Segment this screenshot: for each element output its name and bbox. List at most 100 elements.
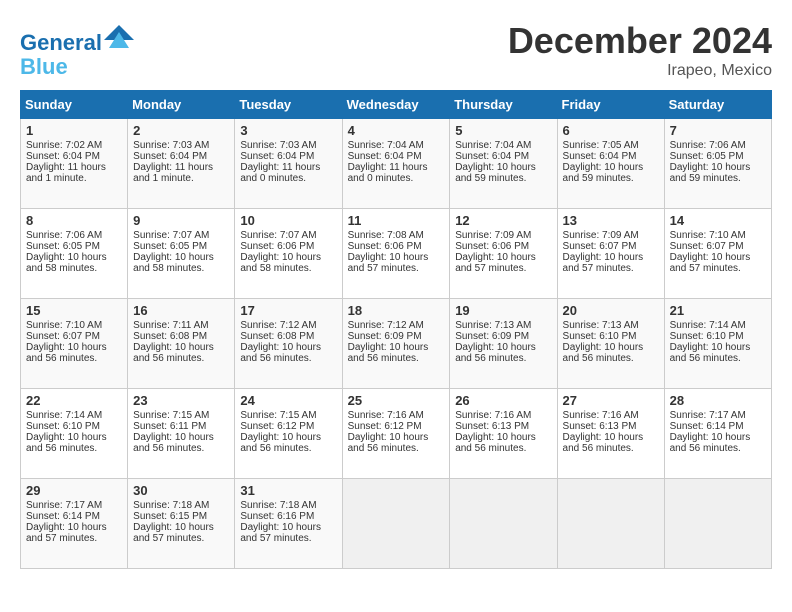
cell-info: and 58 minutes. (26, 263, 122, 274)
day-number: 12 (455, 213, 551, 228)
calendar-cell: 14Sunrise: 7:10 AMSunset: 6:07 PMDayligh… (664, 209, 771, 299)
calendar-header-tuesday: Tuesday (235, 91, 342, 119)
day-number: 29 (26, 483, 122, 498)
cell-info: Sunrise: 7:18 AM (133, 500, 229, 511)
cell-info: and 56 minutes. (133, 353, 229, 364)
cell-info: Sunrise: 7:07 AM (240, 230, 336, 241)
day-number: 30 (133, 483, 229, 498)
cell-info: Sunset: 6:04 PM (563, 151, 659, 162)
cell-info: Sunset: 6:12 PM (348, 421, 445, 432)
day-number: 15 (26, 303, 122, 318)
cell-info: Daylight: 10 hours (563, 252, 659, 263)
calendar-cell: 16Sunrise: 7:11 AMSunset: 6:08 PMDayligh… (128, 299, 235, 389)
cell-info: and 56 minutes. (563, 443, 659, 454)
cell-info: Sunrise: 7:18 AM (240, 500, 336, 511)
cell-info: Sunrise: 7:05 AM (563, 140, 659, 151)
day-number: 1 (26, 123, 122, 138)
calendar-cell: 31Sunrise: 7:18 AMSunset: 6:16 PMDayligh… (235, 479, 342, 569)
calendar-cell: 13Sunrise: 7:09 AMSunset: 6:07 PMDayligh… (557, 209, 664, 299)
calendar-cell: 27Sunrise: 7:16 AMSunset: 6:13 PMDayligh… (557, 389, 664, 479)
cell-info: and 0 minutes. (348, 173, 445, 184)
cell-info: Daylight: 10 hours (670, 432, 766, 443)
cell-info: Sunset: 6:10 PM (670, 331, 766, 342)
day-number: 9 (133, 213, 229, 228)
cell-info: Daylight: 10 hours (240, 252, 336, 263)
cell-info: Sunset: 6:10 PM (26, 421, 122, 432)
cell-info: Daylight: 10 hours (26, 522, 122, 533)
cell-info: Sunrise: 7:17 AM (670, 410, 766, 421)
cell-info: Sunset: 6:10 PM (563, 331, 659, 342)
month-title: December 2024 (508, 20, 772, 62)
cell-info: and 57 minutes. (240, 533, 336, 544)
cell-info: and 57 minutes. (133, 533, 229, 544)
cell-info: Sunset: 6:08 PM (133, 331, 229, 342)
day-number: 26 (455, 393, 551, 408)
day-number: 13 (563, 213, 659, 228)
calendar-cell: 18Sunrise: 7:12 AMSunset: 6:09 PMDayligh… (342, 299, 450, 389)
cell-info: Daylight: 10 hours (26, 252, 122, 263)
logo-icon (104, 20, 134, 50)
cell-info: Sunrise: 7:03 AM (133, 140, 229, 151)
calendar-cell: 29Sunrise: 7:17 AMSunset: 6:14 PMDayligh… (21, 479, 128, 569)
cell-info: Sunrise: 7:07 AM (133, 230, 229, 241)
cell-info: Sunset: 6:05 PM (133, 241, 229, 252)
day-number: 7 (670, 123, 766, 138)
cell-info: and 58 minutes. (240, 263, 336, 274)
calendar-cell: 3Sunrise: 7:03 AMSunset: 6:04 PMDaylight… (235, 119, 342, 209)
cell-info: Sunrise: 7:15 AM (240, 410, 336, 421)
title-block: December 2024 Irapeo, Mexico (508, 20, 772, 80)
cell-info: Daylight: 10 hours (133, 252, 229, 263)
cell-info: Sunset: 6:09 PM (348, 331, 445, 342)
day-number: 11 (348, 213, 445, 228)
cell-info: Sunset: 6:08 PM (240, 331, 336, 342)
cell-info: Sunset: 6:09 PM (455, 331, 551, 342)
calendar-cell: 11Sunrise: 7:08 AMSunset: 6:06 PMDayligh… (342, 209, 450, 299)
cell-info: Daylight: 10 hours (240, 342, 336, 353)
cell-info: Sunrise: 7:16 AM (563, 410, 659, 421)
day-number: 10 (240, 213, 336, 228)
calendar-cell: 20Sunrise: 7:13 AMSunset: 6:10 PMDayligh… (557, 299, 664, 389)
cell-info: and 59 minutes. (563, 173, 659, 184)
cell-info: Sunset: 6:06 PM (240, 241, 336, 252)
cell-info: Daylight: 10 hours (670, 252, 766, 263)
logo-blue-text: Blue (20, 55, 134, 79)
calendar-header-monday: Monday (128, 91, 235, 119)
cell-info: Daylight: 10 hours (240, 522, 336, 533)
day-number: 6 (563, 123, 659, 138)
cell-info: Daylight: 10 hours (455, 432, 551, 443)
cell-info: Daylight: 10 hours (455, 252, 551, 263)
cell-info: and 56 minutes. (455, 443, 551, 454)
cell-info: Daylight: 10 hours (670, 162, 766, 173)
cell-info: Daylight: 10 hours (133, 342, 229, 353)
cell-info: Daylight: 10 hours (455, 162, 551, 173)
day-number: 18 (348, 303, 445, 318)
cell-info: and 56 minutes. (348, 443, 445, 454)
cell-info: and 56 minutes. (670, 353, 766, 364)
cell-info: and 0 minutes. (240, 173, 336, 184)
calendar-cell: 9 Sunrise: 7:07 AMSunset: 6:05 PMDaylight… (128, 209, 235, 299)
cell-info: Sunset: 6:06 PM (455, 241, 551, 252)
day-number: 8 (26, 213, 122, 228)
cell-info: Sunrise: 7:13 AM (455, 320, 551, 331)
cell-info: Sunrise: 7:09 AM (455, 230, 551, 241)
calendar-cell: 28Sunrise: 7:17 AMSunset: 6:14 PMDayligh… (664, 389, 771, 479)
cell-info: and 59 minutes. (455, 173, 551, 184)
cell-info: Sunset: 6:16 PM (240, 511, 336, 522)
cell-info: Daylight: 10 hours (133, 432, 229, 443)
day-number: 25 (348, 393, 445, 408)
cell-info: Sunrise: 7:06 AM (26, 230, 122, 241)
day-number: 19 (455, 303, 551, 318)
cell-info: Sunset: 6:04 PM (455, 151, 551, 162)
calendar-cell: 22Sunrise: 7:14 AMSunset: 6:10 PMDayligh… (21, 389, 128, 479)
day-number: 23 (133, 393, 229, 408)
calendar-week-2: 8Sunrise: 7:06 AMSunset: 6:05 PMDaylight… (21, 209, 772, 299)
cell-info: Sunrise: 7:09 AM (563, 230, 659, 241)
cell-info: and 56 minutes. (563, 353, 659, 364)
calendar-cell (557, 479, 664, 569)
calendar-cell: 30Sunrise: 7:18 AMSunset: 6:15 PMDayligh… (128, 479, 235, 569)
cell-info: Sunrise: 7:12 AM (348, 320, 445, 331)
cell-info: Sunrise: 7:04 AM (455, 140, 551, 151)
page-header: General Blue December 2024 Irapeo, Mexic… (20, 20, 772, 80)
cell-info: Sunset: 6:04 PM (348, 151, 445, 162)
cell-info: Daylight: 11 hours (240, 162, 336, 173)
